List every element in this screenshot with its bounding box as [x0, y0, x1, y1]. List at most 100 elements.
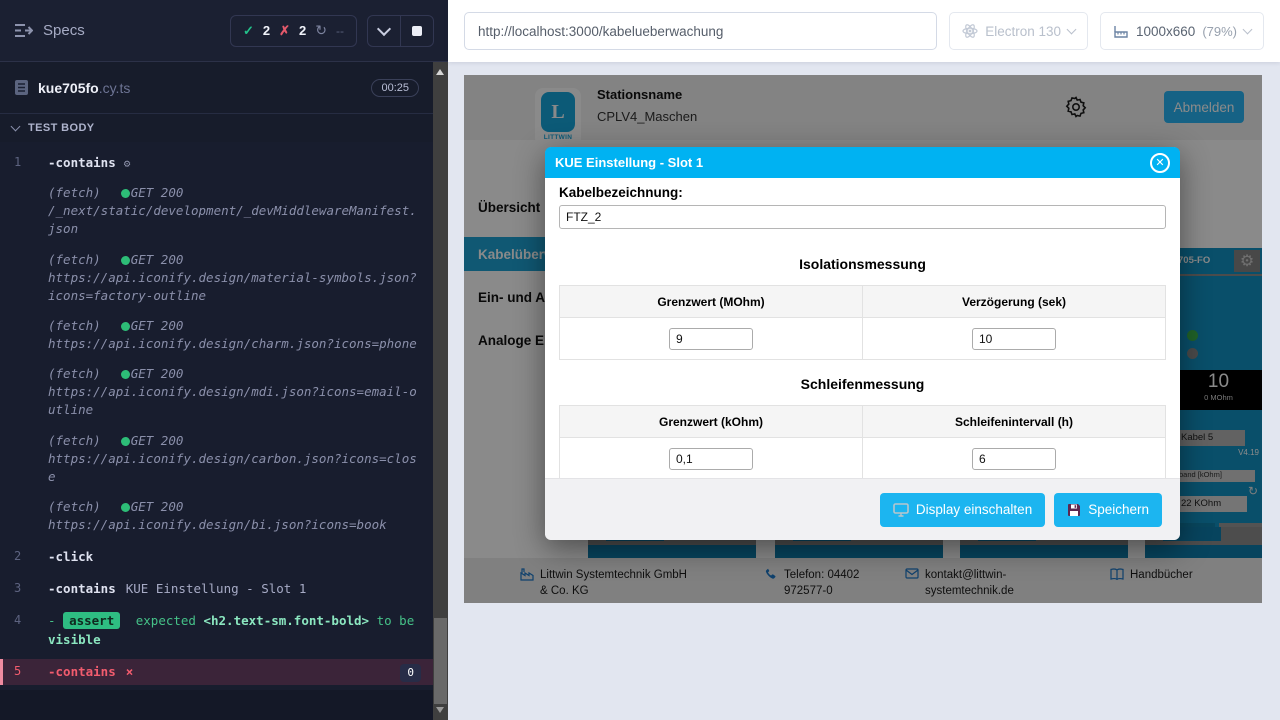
command-row[interactable]: 1 -contains ⚙	[0, 150, 433, 176]
assert-expected: visible	[48, 632, 101, 647]
viewport-select[interactable]: 1000x660 (79%)	[1100, 12, 1264, 50]
cable-name-input[interactable]	[559, 205, 1166, 229]
close-icon[interactable]: ✕	[1150, 153, 1170, 173]
fetch-label: (fetch)	[48, 318, 101, 333]
request-status: GET 200	[131, 318, 184, 333]
failed-x-icon: ✗	[279, 23, 290, 39]
stop-icon	[412, 26, 422, 36]
floppy-disk-icon	[1067, 503, 1081, 517]
electron-icon	[962, 23, 978, 39]
command-number: 3	[14, 580, 21, 597]
command-number: 5	[14, 663, 21, 680]
network-request-row: (fetch)GET 200https://api.iconify.design…	[0, 249, 433, 307]
column-header: Grenzwert (MOhm)	[560, 286, 863, 318]
assert-selector: <h2.text-sm.font-bold>	[203, 613, 369, 628]
command-name: -click	[48, 549, 93, 564]
request-url: https://api.iconify.design/bi.json?icons…	[48, 517, 387, 532]
request-url: /_next/static/development/_devMiddleware…	[48, 203, 417, 236]
network-request-row: (fetch)GET 200https://api.iconify.design…	[0, 315, 433, 355]
command-log: 1 -contains ⚙ (fetch) GET 200 /_next/static/d…	[0, 142, 433, 690]
passed-check-icon: ✓	[243, 23, 254, 39]
url-input[interactable]	[465, 24, 936, 39]
modal-footer: Display einschalten Speichern	[545, 478, 1180, 540]
success-dot-icon	[121, 370, 130, 379]
command-row[interactable]: 2 -click	[0, 544, 433, 570]
monitor-icon	[893, 503, 909, 517]
cypress-reporter: Specs ✓ 2 ✗ 2 ↻ -- kue705fo .cy.ts 00:25…	[0, 0, 448, 720]
success-dot-icon	[121, 189, 130, 198]
spec-file-name: kue705fo	[38, 80, 99, 96]
command-name: -contains	[48, 581, 116, 596]
column-header: Grenzwert (kOhm)	[560, 406, 863, 438]
browser-name: Electron 130	[985, 24, 1061, 39]
display-on-button[interactable]: Display einschalten	[880, 493, 1045, 527]
command-name: -contains	[48, 664, 116, 679]
spec-duration-badge: 00:25	[371, 79, 419, 97]
iso-limit-input[interactable]	[669, 328, 753, 350]
test-stats: ✓ 2 ✗ 2 ↻ --	[230, 15, 357, 47]
spec-file-icon	[14, 79, 29, 96]
reporter-scrollbar[interactable]	[433, 62, 448, 720]
network-request-row: (fetch) GET 200 https://api.iconify.design…	[0, 430, 433, 488]
chevron-down-icon	[1243, 25, 1253, 35]
request-url: https://api.iconify.design/mdi.json?icon…	[48, 384, 417, 417]
pending-count: --	[336, 24, 344, 38]
isolation-table: Grenzwert (MOhm) Verzögerung (sek)	[559, 285, 1166, 360]
request-url: https://api.iconify.design/carbon.json?i…	[48, 451, 417, 484]
url-bar[interactable]	[464, 12, 937, 50]
viewport-size: 1000x660	[1136, 24, 1195, 39]
loop-table: Grenzwert (kOhm) Schleifenintervall (h)	[559, 405, 1166, 480]
fetch-label: (fetch)	[48, 499, 101, 514]
save-button[interactable]: Speichern	[1054, 493, 1162, 527]
specs-list-toggle-icon[interactable]	[14, 23, 33, 38]
scroll-up-icon[interactable]	[436, 69, 444, 75]
fetch-label: (fetch)	[48, 433, 101, 448]
command-options-gear-icon[interactable]: ⚙	[124, 157, 131, 170]
reporter-header: Specs ✓ 2 ✗ 2 ↻ --	[0, 0, 448, 62]
command-number: 2	[14, 548, 21, 565]
restart-icon: ↻	[315, 22, 327, 39]
iso-delay-input[interactable]	[972, 328, 1056, 350]
command-number: 4	[14, 612, 21, 629]
kue-settings-modal: KUE Einstellung - Slot 1 ✕ Kabelbezeichn…	[545, 147, 1180, 540]
chevron-down-icon	[377, 21, 391, 35]
request-url: https://api.iconify.design/material-symb…	[48, 270, 417, 303]
command-name: -contains	[48, 155, 116, 170]
request-status: GET 200	[131, 433, 184, 448]
fetch-label: (fetch)	[48, 252, 101, 267]
fetch-label: (fetch)	[48, 185, 101, 200]
viewport-ruler-icon	[1113, 23, 1129, 39]
column-header: Verzögerung (sek)	[863, 286, 1166, 318]
browser-select[interactable]: Electron 130	[949, 12, 1088, 50]
success-dot-icon	[121, 503, 130, 512]
assert-text: to be	[369, 613, 414, 628]
scroll-down-icon[interactable]	[436, 707, 444, 713]
assert-text: expected	[128, 613, 203, 628]
network-request-row: (fetch) GET 200 /_next/static/development/…	[0, 182, 433, 240]
command-row[interactable]: 3-containsKUE Einstellung - Slot 1	[0, 576, 433, 602]
fetch-label: (fetch)	[48, 366, 101, 381]
element-count-badge: 0	[400, 664, 421, 682]
failed-count: 2	[299, 23, 306, 38]
spec-file-ext: .cy.ts	[99, 80, 131, 96]
viewport-zoom: (79%)	[1202, 24, 1237, 39]
command-number: 1	[14, 154, 21, 171]
command-row[interactable]: 5-contains×0	[0, 659, 433, 685]
loop-limit-input[interactable]	[669, 448, 753, 470]
test-body-label: TEST BODY	[28, 122, 95, 134]
passed-count: 2	[263, 23, 270, 38]
app-under-test: L LITTWIN Stationsname CPLV4_Maschen Abm…	[464, 75, 1262, 603]
network-request-row: (fetch)GET 200https://api.iconify.design…	[0, 496, 433, 536]
spec-file-row[interactable]: kue705fo .cy.ts 00:25	[0, 62, 433, 114]
test-body-header[interactable]: TEST BODY	[0, 114, 433, 142]
column-header: Schleifenintervall (h)	[863, 406, 1166, 438]
collapse-button[interactable]	[368, 16, 400, 46]
assert-row[interactable]: 4- assert expected <h2.text-sm.font-bold…	[0, 608, 433, 652]
scrollbar-thumb[interactable]	[434, 618, 447, 704]
success-dot-icon	[121, 256, 130, 265]
cable-name-label: Kabelbezeichnung:	[559, 185, 1166, 200]
request-status: GET 200	[131, 185, 184, 200]
loop-interval-input[interactable]	[972, 448, 1056, 470]
stop-button[interactable]	[400, 16, 433, 46]
runner-controls	[367, 15, 434, 47]
